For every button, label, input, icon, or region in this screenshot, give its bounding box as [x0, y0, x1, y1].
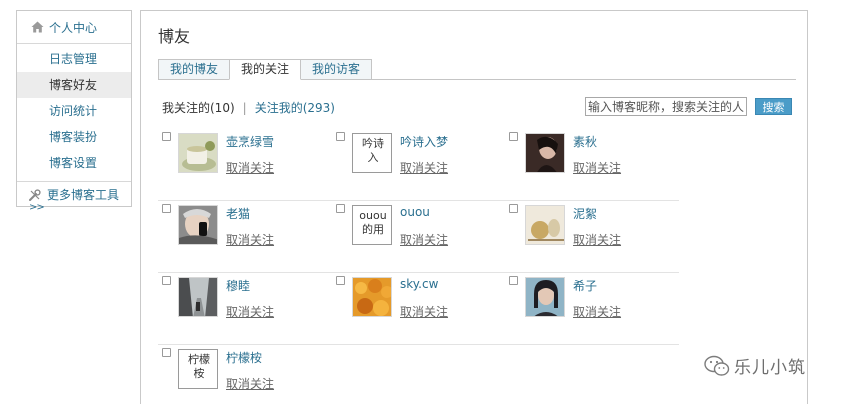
friend-item: 穆睦 取消关注 — [158, 273, 328, 345]
tab-my-friends[interactable]: 我的博友 — [158, 59, 231, 80]
friend-item: 柠檬桉 柠檬桉 取消关注 — [158, 345, 328, 404]
unfollow-link[interactable]: 取消关注 — [573, 159, 621, 176]
avatar[interactable] — [352, 277, 392, 317]
watermark: 乐儿小筑 — [704, 353, 806, 378]
avatar-alt-text: 吟诗入 — [362, 137, 384, 164]
friend-name[interactable]: 壶烹绿雪 — [226, 133, 274, 150]
sidebar-footer-label: 更多博客工具 — [47, 188, 120, 202]
unfollow-link[interactable]: 取消关注 — [573, 231, 621, 248]
more-tools-arrow[interactable]: >> — [29, 202, 45, 213]
unfollow-link[interactable]: 取消关注 — [573, 303, 621, 320]
tab-my-visitors[interactable]: 我的访客 — [300, 59, 373, 80]
select-checkbox[interactable] — [509, 204, 518, 213]
select-checkbox[interactable] — [162, 276, 171, 285]
tools-icon — [29, 188, 41, 201]
select-checkbox[interactable] — [336, 204, 345, 213]
friend-item: sky.cw 取消关注 — [332, 273, 502, 345]
friend-item: 壶烹绿雪 取消关注 — [158, 129, 328, 201]
sidebar-header[interactable]: 个人中心 — [17, 11, 131, 44]
avatar[interactable] — [525, 133, 565, 173]
unfollow-link[interactable]: 取消关注 — [400, 303, 448, 320]
filter-following: 我关注的(10) — [162, 101, 235, 115]
unfollow-link[interactable]: 取消关注 — [400, 159, 448, 176]
sidebar-header-label: 个人中心 — [49, 20, 98, 35]
filter-followers-link[interactable]: 关注我的(293) — [255, 99, 335, 116]
wechat-icon — [704, 355, 730, 376]
sidebar: 个人中心 日志管理 博客好友 访问统计 博客装扮 博客设置 更多博客工具 — [16, 10, 132, 207]
avatar[interactable] — [178, 133, 218, 173]
page-title: 博友 — [158, 27, 191, 46]
friend-item: 泥絮 取消关注 — [505, 201, 675, 273]
avatar[interactable]: 柠檬桉 — [178, 349, 218, 389]
avatar[interactable] — [178, 205, 218, 245]
sidebar-item-blog-decoration[interactable]: 博客装扮 — [17, 124, 131, 150]
unfollow-link[interactable]: 取消关注 — [226, 231, 274, 248]
home-icon — [31, 21, 44, 33]
search-input[interactable] — [585, 97, 747, 116]
friend-item: ouou的用 ouou 取消关注 — [332, 201, 502, 273]
avatar[interactable]: 吟诗入 — [352, 133, 392, 173]
sidebar-item-blog-settings[interactable]: 博客设置 — [17, 150, 131, 176]
friend-row: 柠檬桉 柠檬桉 取消关注 — [158, 345, 679, 404]
avatar[interactable] — [178, 277, 218, 317]
search-button[interactable]: 搜索 — [755, 98, 792, 115]
friend-name[interactable]: 老猫 — [226, 205, 250, 222]
select-checkbox[interactable] — [162, 348, 171, 357]
friend-name[interactable]: sky.cw — [400, 277, 438, 291]
watermark-text: 乐儿小筑 — [734, 358, 806, 378]
friend-item: 素秋 取消关注 — [505, 129, 675, 201]
tab-bar: 我的博友 我的关注 我的访客 — [158, 59, 373, 80]
main-panel: 博友 我的博友 我的关注 我的访客 我关注的(10) | 关注我的(293) 搜… — [140, 10, 808, 404]
friend-name[interactable]: 素秋 — [573, 133, 597, 150]
follow-filter: 我关注的(10) | 关注我的(293) — [162, 99, 335, 116]
filter-separator: | — [242, 100, 247, 115]
tab-my-following[interactable]: 我的关注 — [229, 59, 302, 80]
avatar[interactable]: ouou的用 — [352, 205, 392, 245]
unfollow-link[interactable]: 取消关注 — [226, 375, 274, 392]
avatar-alt-text: 柠檬桉 — [188, 353, 210, 380]
friend-name[interactable]: ouou — [400, 205, 430, 219]
friend-grid: 壶烹绿雪 取消关注 吟诗入 吟诗入梦 取消关注 素秋 取消关注 老猫 取消关注 … — [158, 129, 679, 404]
friend-name[interactable]: 希子 — [573, 277, 597, 294]
friend-name[interactable]: 柠檬桉 — [226, 349, 262, 366]
friend-name[interactable]: 穆睦 — [226, 277, 250, 294]
friend-item: 吟诗入 吟诗入梦 取消关注 — [332, 129, 502, 201]
avatar-alt-text: ouou的用 — [359, 209, 387, 236]
avatar[interactable] — [525, 205, 565, 245]
sidebar-item-blog-management[interactable]: 日志管理 — [17, 46, 131, 72]
friend-name[interactable]: 吟诗入梦 — [400, 133, 448, 150]
avatar[interactable] — [525, 277, 565, 317]
select-checkbox[interactable] — [162, 132, 171, 141]
friend-row: 老猫 取消关注 ouou的用 ouou 取消关注 泥絮 取消关注 — [158, 201, 679, 273]
sidebar-menu: 日志管理 博客好友 访问统计 博客装扮 博客设置 — [17, 44, 131, 176]
friend-name[interactable]: 泥絮 — [573, 205, 597, 222]
select-checkbox[interactable] — [509, 276, 518, 285]
unfollow-link[interactable]: 取消关注 — [400, 231, 448, 248]
select-checkbox[interactable] — [336, 132, 345, 141]
select-checkbox[interactable] — [162, 204, 171, 213]
select-checkbox[interactable] — [336, 276, 345, 285]
sidebar-item-blog-friends[interactable]: 博客好友 — [17, 72, 131, 98]
friend-row: 穆睦 取消关注 sky.cw 取消关注 希子 取消关注 — [158, 273, 679, 345]
sidebar-item-visit-stats[interactable]: 访问统计 — [17, 98, 131, 124]
unfollow-link[interactable]: 取消关注 — [226, 159, 274, 176]
friend-item: 老猫 取消关注 — [158, 201, 328, 273]
friend-item: 希子 取消关注 — [505, 273, 675, 345]
unfollow-link[interactable]: 取消关注 — [226, 303, 274, 320]
friend-row: 壶烹绿雪 取消关注 吟诗入 吟诗入梦 取消关注 素秋 取消关注 — [158, 129, 679, 201]
select-checkbox[interactable] — [509, 132, 518, 141]
